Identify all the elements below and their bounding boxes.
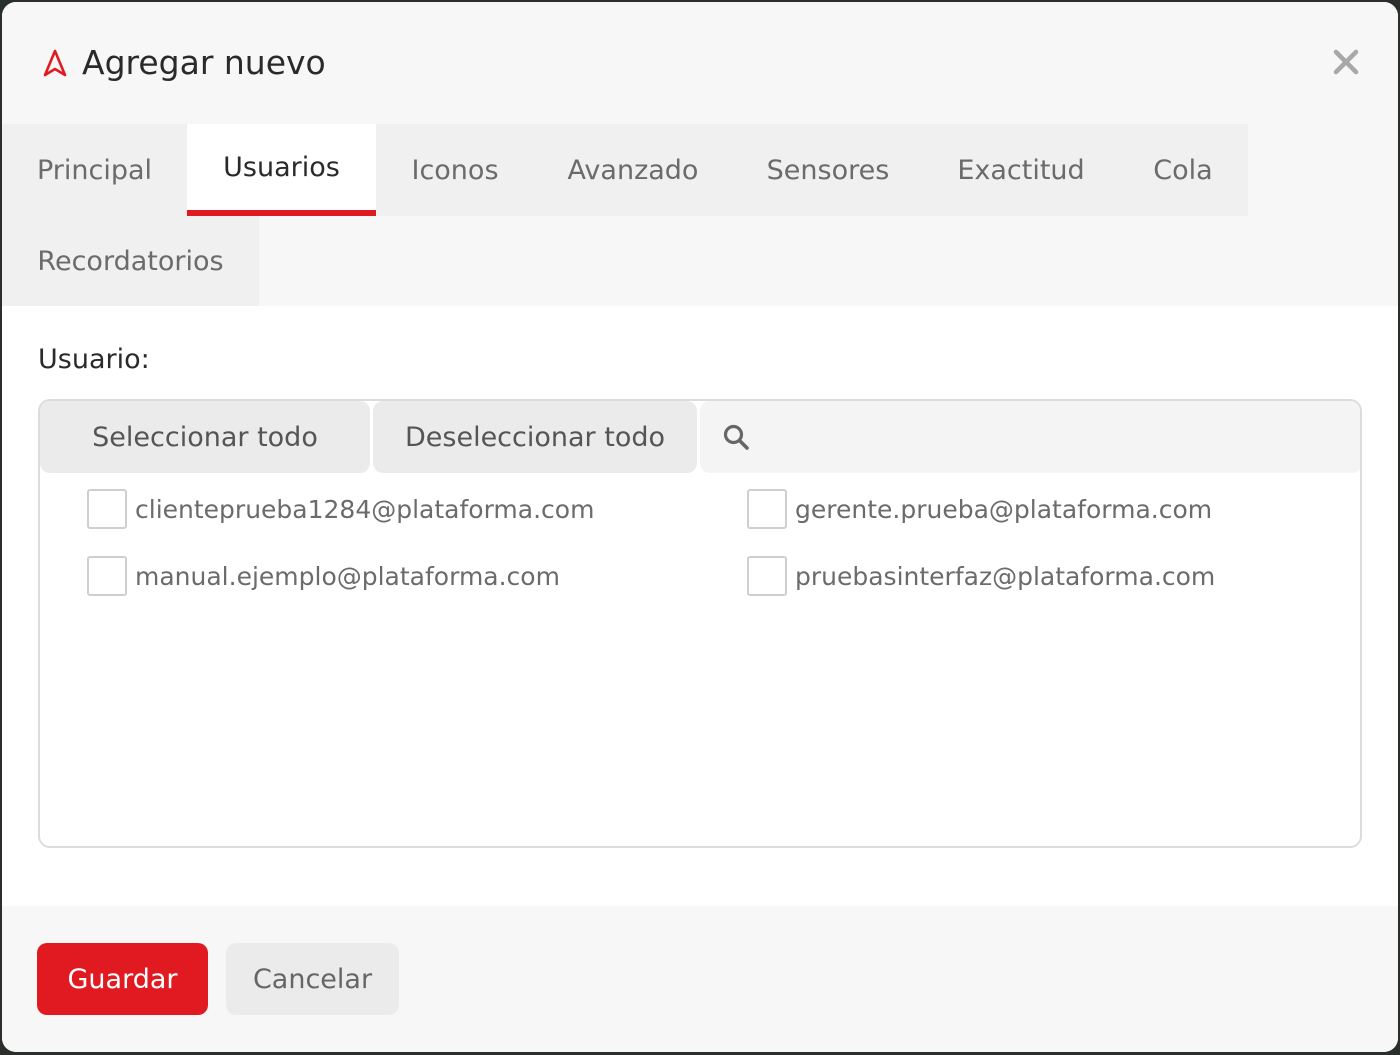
user-email: manual.ejemplo@plataforma.com [135, 561, 560, 591]
dialog-header: Agregar nuevo [2, 2, 1398, 124]
close-icon[interactable] [1328, 44, 1364, 80]
add-new-dialog: Agregar nuevo Principal Usuarios Iconos … [2, 2, 1398, 1052]
tab-label: Sensores [766, 154, 890, 186]
tab-label: Principal [36, 154, 153, 186]
tab-bar: Principal Usuarios Iconos Avanzado Senso… [2, 124, 1398, 306]
tab-label: Avanzado [567, 154, 699, 186]
cancel-button[interactable]: Cancelar [226, 943, 399, 1015]
tab-exactitud[interactable]: Exactitud [924, 124, 1118, 216]
tab-recordatorios[interactable]: Recordatorios [2, 216, 259, 306]
dialog-body: Usuario: Seleccionar todo Deseleccionar … [2, 306, 1398, 906]
search-icon [723, 424, 749, 450]
tab-avanzado[interactable]: Avanzado [534, 124, 732, 216]
tab-cola[interactable]: Cola [1118, 124, 1248, 216]
search-input[interactable] [764, 411, 1348, 465]
tab-label: Usuarios [223, 151, 340, 183]
tab-label: Cola [1153, 154, 1213, 186]
user-option[interactable]: gerente.prueba@plataforma.com [747, 487, 1212, 531]
user-field-label: Usuario: [38, 344, 150, 375]
tab-label: Iconos [411, 154, 499, 186]
dialog-title: Agregar nuevo [82, 43, 326, 82]
user-email: pruebasinterfaz@plataforma.com [795, 561, 1216, 591]
tab-label: Recordatorios [37, 245, 224, 277]
user-option[interactable]: pruebasinterfaz@plataforma.com [747, 554, 1215, 598]
tab-label: Exactitud [957, 154, 1085, 186]
dialog-footer: Guardar Cancelar [2, 906, 1398, 1052]
user-multiselect: Seleccionar todo Deseleccionar todo clie… [38, 399, 1362, 848]
deselect-all-button[interactable]: Deseleccionar todo [373, 401, 697, 473]
navigation-arrow-icon [43, 49, 67, 77]
select-all-button[interactable]: Seleccionar todo [40, 401, 370, 473]
tab-iconos[interactable]: Iconos [376, 124, 534, 216]
tab-sensores[interactable]: Sensores [732, 124, 924, 216]
user-checkbox[interactable] [747, 489, 787, 529]
user-checkbox[interactable] [87, 489, 127, 529]
user-email: gerente.prueba@plataforma.com [795, 494, 1213, 524]
user-checkbox[interactable] [747, 556, 787, 596]
tab-principal[interactable]: Principal [2, 124, 187, 216]
save-button[interactable]: Guardar [37, 943, 208, 1015]
tab-usuarios[interactable]: Usuarios [187, 124, 376, 216]
user-email: clienteprueba1284@plataforma.com [135, 494, 595, 524]
user-checkbox[interactable] [87, 556, 127, 596]
search-box [700, 401, 1360, 473]
user-option[interactable]: manual.ejemplo@plataforma.com [87, 554, 560, 598]
user-option[interactable]: clienteprueba1284@plataforma.com [87, 487, 594, 531]
